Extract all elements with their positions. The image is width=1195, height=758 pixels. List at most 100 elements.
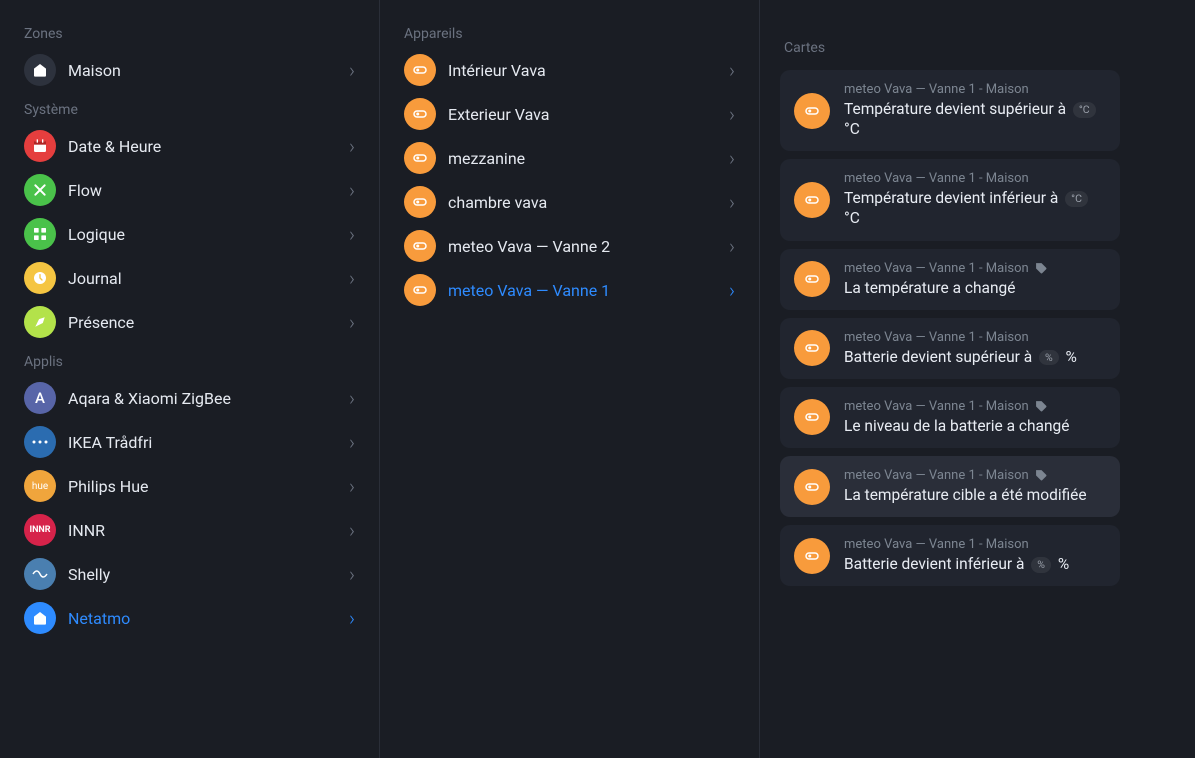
chevron-right-icon: ›: [729, 58, 735, 82]
A-icon: A: [24, 382, 56, 414]
unit-pill: °C: [1073, 102, 1096, 118]
system-item[interactable]: Flow›: [8, 168, 371, 212]
tag-icon: [1035, 469, 1048, 482]
item-label: Shelly: [68, 565, 349, 584]
flow-card[interactable]: meteo Vava — Vanne 1 - Maison Batterie de…: [780, 318, 1120, 379]
system-item[interactable]: Présence›: [8, 300, 371, 344]
valve-icon: [794, 399, 830, 435]
card-title: Batterie devient supérieur à % %: [844, 347, 1106, 367]
valve-icon: [794, 538, 830, 574]
card-title: La température cible a été modifiée: [844, 485, 1106, 505]
card-title: La température a changé: [844, 278, 1106, 298]
journal-icon: [24, 262, 56, 294]
tag-icon: [1035, 400, 1048, 413]
card-title: Température devient supérieur à °C °C: [844, 99, 1106, 139]
hue-icon: hue: [24, 470, 56, 502]
devices-column: Appareils Intérieur Vava›Exterieur Vava›…: [380, 0, 760, 758]
cards-header: Cartes: [768, 30, 1132, 62]
chevron-right-icon: ›: [349, 606, 355, 630]
item-label: Date & Heure: [68, 137, 349, 156]
chevron-right-icon: ›: [349, 562, 355, 586]
card-meta: meteo Vava — Vanne 1 - Maison: [844, 399, 1106, 414]
innr-icon: INNR: [24, 514, 56, 546]
chevron-right-icon: ›: [729, 278, 735, 302]
app-item[interactable]: IKEA Trådfri›: [8, 420, 371, 464]
valve-icon: [404, 98, 436, 130]
item-label: Flow: [68, 181, 349, 200]
chevron-right-icon: ›: [729, 234, 735, 258]
flow-card[interactable]: meteo Vava — Vanne 1 - MaisonLa températ…: [780, 249, 1120, 310]
item-label: IKEA Trådfri: [68, 433, 349, 452]
valve-icon: [404, 230, 436, 262]
ikea-icon: [24, 426, 56, 458]
flow-card[interactable]: meteo Vava — Vanne 1 - Maison Température…: [780, 159, 1120, 240]
item-label: Netatmo: [68, 609, 349, 628]
apps-header: Applis: [8, 344, 371, 376]
devices-header: Appareils: [388, 16, 751, 48]
device-item[interactable]: Intérieur Vava›: [388, 48, 751, 92]
device-item[interactable]: Exterieur Vava›: [388, 92, 751, 136]
card-title: Température devient inférieur à °C °C: [844, 188, 1106, 228]
card-meta: meteo Vava — Vanne 1 - Maison: [844, 171, 1106, 186]
item-label: meteo Vava — Vanne 2: [448, 237, 729, 256]
app-item[interactable]: AAqara & Xiaomi ZigBee›: [8, 376, 371, 420]
item-label: Journal: [68, 269, 349, 288]
chevron-right-icon: ›: [349, 266, 355, 290]
system-item[interactable]: Date & Heure›: [8, 124, 371, 168]
chevron-right-icon: ›: [729, 146, 735, 170]
item-label: chambre vava: [448, 193, 729, 212]
unit-pill: %: [1031, 557, 1051, 573]
logic-icon: [24, 218, 56, 250]
device-item[interactable]: mezzanine›: [388, 136, 751, 180]
chevron-right-icon: ›: [349, 310, 355, 334]
system-header: Système: [8, 92, 371, 124]
valve-icon: [404, 186, 436, 218]
item-label: mezzanine: [448, 149, 729, 168]
zone-item[interactable]: Maison›: [8, 48, 371, 92]
chevron-right-icon: ›: [349, 134, 355, 158]
app-item[interactable]: Shelly›: [8, 552, 371, 596]
calendar-icon: [24, 130, 56, 162]
flow-card[interactable]: meteo Vava — Vanne 1 - Maison Température…: [780, 70, 1120, 151]
tag-icon: [1035, 262, 1048, 275]
app-item[interactable]: huePhilips Hue›: [8, 464, 371, 508]
item-label: Logique: [68, 225, 349, 244]
chevron-right-icon: ›: [349, 222, 355, 246]
chevron-right-icon: ›: [349, 58, 355, 82]
valve-icon: [794, 330, 830, 366]
item-label: Aqara & Xiaomi ZigBee: [68, 389, 349, 408]
item-label: meteo Vava — Vanne 1: [448, 281, 729, 300]
app-item[interactable]: Netatmo›: [8, 596, 371, 640]
unit-pill: °C: [1065, 191, 1088, 207]
valve-icon: [794, 93, 830, 129]
card-meta: meteo Vava — Vanne 1 - Maison: [844, 537, 1106, 552]
chevron-right-icon: ›: [349, 518, 355, 542]
card-meta: meteo Vava — Vanne 1 - Maison: [844, 468, 1106, 483]
flow-card[interactable]: meteo Vava — Vanne 1 - Maison Le niveau d…: [780, 387, 1120, 448]
unit-pill: %: [1039, 350, 1059, 366]
app-item[interactable]: INNRINNR›: [8, 508, 371, 552]
flow-icon: [24, 174, 56, 206]
card-meta: meteo Vava — Vanne 1 - Maison: [844, 330, 1106, 345]
chevron-right-icon: ›: [349, 430, 355, 454]
system-item[interactable]: Logique›: [8, 212, 371, 256]
item-label: Présence: [68, 313, 349, 332]
presence-icon: [24, 306, 56, 338]
cards-column: Cartes meteo Vava — Vanne 1 - Maison Temp…: [760, 0, 1140, 758]
chevron-right-icon: ›: [349, 178, 355, 202]
device-item[interactable]: meteo Vava — Vanne 1›: [388, 268, 751, 312]
system-item[interactable]: Journal›: [8, 256, 371, 300]
valve-icon: [404, 142, 436, 174]
card-title: Le niveau de la batterie a changé: [844, 416, 1106, 436]
flow-card[interactable]: meteo Vava — Vanne 1 - Maison La températ…: [780, 456, 1120, 517]
device-item[interactable]: meteo Vava — Vanne 2›: [388, 224, 751, 268]
flow-card[interactable]: meteo Vava — Vanne 1 - MaisonBatterie de…: [780, 525, 1120, 586]
device-item[interactable]: chambre vava›: [388, 180, 751, 224]
card-meta: meteo Vava — Vanne 1 - Maison: [844, 82, 1106, 97]
home-icon: [24, 54, 56, 86]
zones-header: Zones: [8, 16, 371, 48]
item-label: INNR: [68, 521, 349, 540]
netatmo-icon: [24, 602, 56, 634]
item-label: Philips Hue: [68, 477, 349, 496]
item-label: Maison: [68, 61, 349, 80]
